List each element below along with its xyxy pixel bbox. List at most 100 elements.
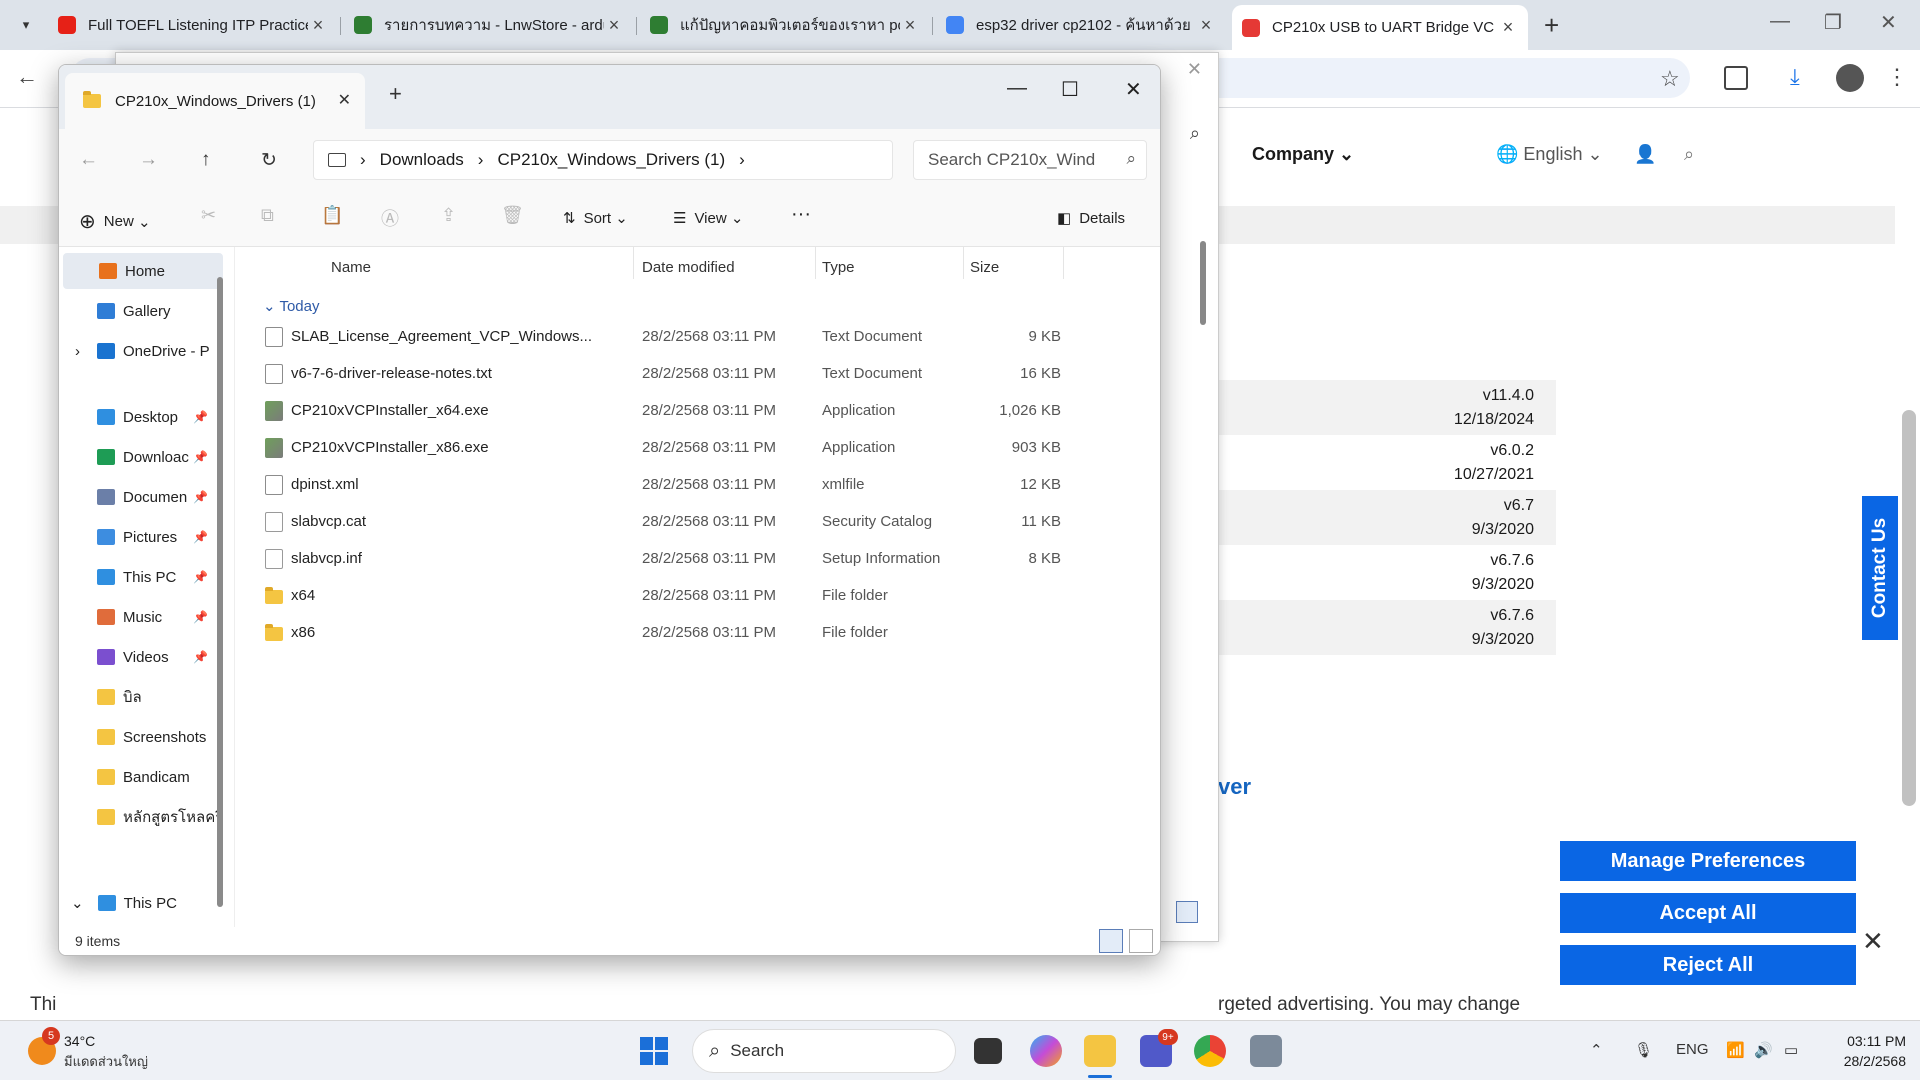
sidebar-item-documen[interactable]: Documen 📌 [59,479,229,515]
sidebar-item-home[interactable]: Home [63,253,223,289]
manage-preferences-button[interactable]: Manage Preferences [1560,841,1856,881]
sidebar-item-gallery[interactable]: Gallery [59,293,229,329]
download-icon[interactable]: ⤓ [1790,64,1800,90]
accept-all-button[interactable]: Accept All [1560,893,1856,933]
file-row[interactable]: dpinst.xml 28/2/2568 03:11 PM xmlfile 12 KB [261,467,1061,503]
explorer-new-tab-button[interactable]: + [389,81,402,107]
site-search-icon[interactable]: ⌕ [1684,144,1694,165]
browser-tab[interactable]: CP210x USB to UART Bridge VC × [1232,5,1528,50]
browser-tab[interactable]: Full TOEFL Listening ITP Practice × [48,7,338,43]
column-divider[interactable] [963,247,964,279]
share-icon[interactable]: ⇪ [441,205,456,226]
nav-company[interactable]: Company ⌄ [1252,144,1354,165]
tab-close-icon[interactable]: × [604,15,624,36]
volume-icon[interactable]: 🔊 [1754,1041,1773,1059]
delete-icon[interactable]: 🗑 [501,205,524,226]
sidebar-item-this-pc[interactable]: This PC 📌 [59,559,229,595]
minimize-icon[interactable]: — [1770,10,1790,33]
new-tab-button[interactable]: + [1544,11,1559,39]
taskbar-search[interactable]: ⌕ Search [692,1029,956,1073]
tab-close-icon[interactable]: × [1196,15,1216,36]
view-button[interactable]: ☰ View ⌄ [673,209,743,228]
sidebar-item-videos[interactable]: Videos 📌 [59,639,229,675]
sidebar-item-item-13[interactable]: หลักสูตรโหลครี [59,799,229,835]
sidebar-item-pictures[interactable]: Pictures 📌 [59,519,229,555]
column-header-date[interactable]: Date modified [642,259,735,276]
browser-menu-icon[interactable]: ⋮ [1886,64,1908,90]
rename-icon[interactable]: Ⓐ [381,205,399,231]
browser-tab[interactable]: แก้ปัญหาคอมพิวเตอร์ของเราหา port × [640,7,930,43]
path-downloads[interactable]: Downloads [380,150,464,170]
column-divider[interactable] [815,247,816,279]
large-icons-view-toggle[interactable] [1129,929,1153,953]
group-header-today[interactable]: ⌄ Today [263,297,320,315]
tab-search-icon[interactable]: ▾ [12,11,40,39]
profile-avatar[interactable] [1836,64,1864,92]
app-icon[interactable] [1250,1035,1282,1067]
more-options-icon[interactable]: ··· [791,203,811,226]
explorer-tab-close-icon[interactable]: ✕ [338,90,351,110]
explorer-maximize-icon[interactable]: ☐ [1061,77,1079,102]
clock[interactable]: 03:11 PM 28/2/2568 [1822,1031,1906,1071]
close-icon[interactable]: ✕ [1880,10,1897,35]
details-view-toggle[interactable] [1099,929,1123,953]
column-divider[interactable] [633,247,634,279]
restore-icon[interactable]: ❐ [1824,10,1842,35]
extensions-icon[interactable] [1724,66,1748,90]
sidebar-item-desktop[interactable]: Desktop 📌 [59,399,229,435]
details-pane-button[interactable]: ◧ Details [1057,209,1125,228]
column-header-type[interactable]: Type [822,259,855,276]
file-row[interactable]: CP210xVCPInstaller_x64.exe 28/2/2568 03:1… [261,393,1061,429]
tab-close-icon[interactable]: × [900,15,920,36]
close-banner-icon[interactable]: ✕ [1862,926,1884,957]
explorer-refresh-icon[interactable]: ↻ [261,149,277,172]
bookmark-star-icon[interactable]: ☆ [1660,66,1680,92]
cut-icon[interactable]: ✂ [201,205,216,226]
tab-close-icon[interactable]: × [308,15,328,36]
nav-language[interactable]: 🌐 English ⌄ [1496,144,1603,165]
input-language[interactable]: ENG [1676,1041,1709,1058]
chrome-icon[interactable] [1194,1035,1226,1067]
sidebar-item-onedrive-p[interactable]: › OneDrive - P [59,333,229,369]
sidebar-item-this-pc-bottom[interactable]: ⌄ This PC [71,885,241,921]
tray-overflow-icon[interactable]: ⌃ [1590,1041,1603,1059]
sidebar-item-screenshots[interactable]: Screenshots [59,719,229,755]
start-button[interactable] [640,1037,668,1065]
account-icon[interactable]: 👤 [1634,144,1656,165]
explorer-close-icon[interactable]: ✕ [1125,77,1142,102]
explorer-forward-icon[interactable]: → [139,149,158,171]
task-view-icon[interactable] [974,1038,1002,1064]
paste-icon[interactable]: 📋 [321,205,343,226]
explorer-path-bar[interactable]: › Downloads › CP210x_Windows_Drivers (1)… [313,140,893,180]
file-row[interactable]: v6-7-6-driver-release-notes.txt 28/2/2568… [261,356,1061,392]
driver-link[interactable]: ver [1218,774,1251,800]
file-row[interactable]: x64 28/2/2568 03:11 PM File folder [261,578,1061,614]
explorer-back-icon[interactable]: ← [79,149,98,171]
explorer-tab[interactable]: CP210x_Windows_Drivers (1) ✕ [65,73,365,129]
navigation-pane-scrollbar[interactable] [217,277,223,907]
battery-icon[interactable]: ▭ [1784,1041,1798,1059]
back-arrow-icon[interactable]: ← [16,64,38,90]
sidebar-item-item-10[interactable]: บิล [59,679,229,715]
file-row[interactable]: x86 28/2/2568 03:11 PM File folder [261,615,1061,651]
browser-tab[interactable]: esp32 driver cp2102 - ค้นหาด้วย × [936,7,1226,43]
contact-us-button[interactable]: Contact Us [1862,496,1898,640]
weather-widget[interactable]: 5 34°C มีแดดส่วนใหญ่ [24,1027,224,1073]
wifi-icon[interactable]: 📶 [1726,1041,1745,1059]
sort-button[interactable]: ⇅ Sort ⌄ [563,209,628,228]
background-view-toggle[interactable] [1176,901,1198,923]
sidebar-item-bandicam[interactable]: Bandicam [59,759,229,795]
column-header-name[interactable]: Name [331,259,371,276]
file-row[interactable]: SLAB_License_Agreement_VCP_Windows... 28/… [261,319,1061,355]
file-row[interactable]: CP210xVCPInstaller_x86.exe 28/2/2568 03:1… [261,430,1061,466]
file-explorer-taskbar-icon[interactable] [1084,1035,1116,1067]
sidebar-item-music[interactable]: Music 📌 [59,599,229,635]
page-scrollbar-thumb[interactable] [1902,410,1916,806]
file-row[interactable]: slabvcp.inf 28/2/2568 03:11 PM Setup Infor… [261,541,1061,577]
copilot-icon[interactable] [1030,1035,1062,1067]
browser-tab[interactable]: รายการบทความ - LnwStore - ardu × [344,7,634,43]
sidebar-item-downloac[interactable]: Downloac 📌 [59,439,229,475]
background-window-close-icon[interactable]: ✕ [1187,59,1202,80]
path-current-folder[interactable]: CP210x_Windows_Drivers (1) [497,150,725,170]
column-header-size[interactable]: Size [970,259,999,276]
